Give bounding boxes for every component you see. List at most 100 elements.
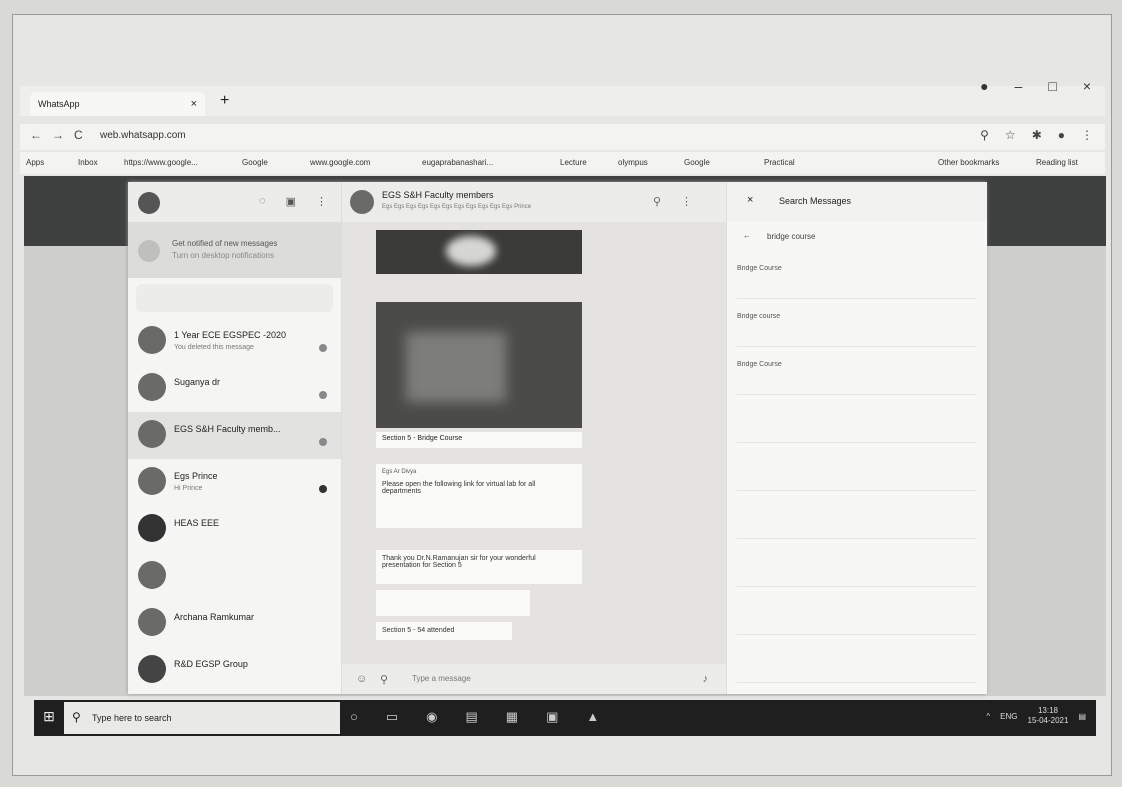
browser-tab-bar: WhatsApp × + ● – □ ×: [20, 78, 1105, 116]
image-message[interactable]: [376, 302, 582, 428]
app-icon[interactable]: ▣: [546, 709, 558, 725]
close-window-icon[interactable]: ×: [1083, 78, 1091, 94]
chat-item[interactable]: [128, 553, 341, 600]
search-result[interactable]: [737, 598, 977, 635]
photos-icon[interactable]: ▲: [586, 709, 599, 725]
tray-chevron-icon[interactable]: ^: [986, 712, 990, 721]
message-text: Please open the following link for virtu…: [382, 481, 536, 495]
message-sender: Egs Ar Divya: [382, 469, 417, 475]
taskbar-search-placeholder: Type here to search: [92, 713, 172, 723]
menu-icon[interactable]: ⋮: [1081, 128, 1093, 142]
task-view-icon[interactable]: ▭: [386, 709, 398, 725]
group-avatar[interactable]: [350, 190, 374, 214]
conversation-header[interactable]: EGS S&H Faculty members Egs Egs Egs Egs …: [342, 182, 726, 222]
close-icon[interactable]: ×: [747, 194, 753, 206]
notifications-icon[interactable]: ▤: [1078, 712, 1086, 721]
bookmark-site[interactable]: eugaprabanashari...: [422, 158, 493, 167]
lang-indicator[interactable]: ENG: [1000, 712, 1017, 721]
bookmark-inbox[interactable]: Inbox: [78, 158, 98, 167]
whatsapp-app: ◌ ▣ ⋮ Get notified of new messages Turn …: [128, 182, 987, 694]
search-result[interactable]: Bridge course: [737, 310, 977, 347]
windows-start-icon[interactable]: ⊞: [38, 708, 60, 730]
message-bubble[interactable]: Thank you Dr.N.Ramanujan sir for your wo…: [376, 550, 582, 584]
search-result[interactable]: [737, 406, 977, 443]
image-message[interactable]: [376, 230, 582, 274]
chat-item[interactable]: Egs Prince Hi Prince: [128, 459, 341, 506]
emoji-icon[interactable]: ☺: [356, 673, 367, 685]
menu-icon[interactable]: ⋮: [316, 195, 327, 208]
new-tab-icon[interactable]: +: [220, 92, 229, 110]
browser-tab[interactable]: WhatsApp ×: [30, 92, 205, 116]
search-result[interactable]: [737, 454, 977, 491]
chat-item[interactable]: EGS S&H Faculty memb...: [128, 412, 341, 459]
status-dot: [319, 344, 327, 352]
chat-item[interactable]: Archana Ramkumar: [128, 600, 341, 647]
bookmark-google-com[interactable]: www.google.com: [310, 158, 370, 167]
header-actions: ⚲⋮: [653, 195, 712, 208]
file-explorer-icon[interactable]: ▤: [466, 709, 478, 725]
bookmark-lecture[interactable]: Lecture: [560, 158, 587, 167]
unread-badge: [319, 485, 327, 493]
bookmark-olympus[interactable]: olympus: [618, 158, 648, 167]
bookmark-google[interactable]: Google: [242, 158, 268, 167]
chat-item[interactable]: 1 Year ECE EGSPEC -2020 You deleted this…: [128, 318, 341, 365]
minimize-icon[interactable]: –: [1015, 78, 1023, 94]
search-result[interactable]: [737, 550, 977, 587]
close-tab-icon[interactable]: ×: [191, 98, 197, 110]
message-bubble[interactable]: [376, 590, 530, 616]
maximize-icon[interactable]: □: [1048, 78, 1056, 94]
clock[interactable]: 13:18 15-04-2021: [1028, 706, 1069, 726]
search-input[interactable]: ← bridge course: [737, 228, 977, 248]
message-input[interactable]: Type a message: [412, 674, 471, 683]
avatar: [138, 420, 166, 448]
result-text: Bridge course: [737, 313, 781, 320]
chat-item[interactable]: HEAS EEE: [128, 506, 341, 553]
avatar: [138, 608, 166, 636]
menu-icon[interactable]: ⋮: [681, 196, 712, 208]
message-text: Section 5 - 54 attended: [382, 627, 455, 634]
image-content: [406, 332, 506, 402]
store-icon[interactable]: ▦: [506, 709, 518, 725]
message-composer: ☺ ⚲ Type a message ♪: [342, 664, 726, 694]
nav-buttons[interactable]: ←→C: [30, 128, 93, 142]
back-icon[interactable]: ←: [743, 231, 751, 240]
cortana-icon[interactable]: ○: [350, 709, 358, 725]
attach-icon[interactable]: ⚲: [380, 673, 388, 686]
search-result[interactable]: Bridge Course: [737, 262, 977, 299]
address-bar: ←→C web.whatsapp.com ⚲ ☆ ✱ ● ⋮: [20, 124, 1105, 150]
notification-banner[interactable]: Get notified of new messages Turn on des…: [128, 222, 341, 278]
other-bookmarks[interactable]: Other bookmarks: [938, 158, 999, 167]
chat-list-header: ◌ ▣ ⋮: [128, 182, 341, 222]
bookmark-google-2[interactable]: Google: [684, 158, 710, 167]
avatar-icon[interactable]: ●: [1058, 128, 1065, 142]
taskbar-search[interactable]: ⚲ Type here to search: [64, 702, 340, 734]
avatar: [138, 655, 166, 683]
reading-list[interactable]: Reading list: [1036, 158, 1078, 167]
profile-icon[interactable]: ●: [980, 78, 988, 94]
microphone-icon[interactable]: ♪: [703, 673, 709, 685]
bookmark-apps[interactable]: Apps: [26, 158, 44, 167]
chat-item[interactable]: Suganya dr: [128, 365, 341, 412]
status-icon[interactable]: ◌: [259, 195, 266, 208]
search-query: bridge course: [767, 232, 816, 241]
search-icon[interactable]: ⚲: [980, 128, 989, 142]
search-result[interactable]: Bridge Course: [737, 358, 977, 395]
chat-item[interactable]: R&D EGSP Group: [128, 647, 341, 694]
notification-subtitle[interactable]: Turn on desktop notifications: [172, 251, 274, 260]
bookmark-practical[interactable]: Practical: [764, 158, 795, 167]
message-bubble[interactable]: Section 5 - 54 attended: [376, 622, 512, 640]
bookmark-google-link[interactable]: https://www.google...: [124, 158, 198, 167]
search-icon[interactable]: ⚲: [653, 196, 681, 208]
chat-search-input[interactable]: [136, 284, 333, 312]
my-avatar[interactable]: [138, 192, 160, 214]
search-result[interactable]: [737, 502, 977, 539]
star-icon[interactable]: ☆: [1005, 128, 1016, 142]
new-chat-icon[interactable]: ▣: [286, 195, 296, 208]
message-bubble[interactable]: Egs Ar Divya Please open the following l…: [376, 464, 582, 528]
chrome-icon[interactable]: ◉: [426, 709, 437, 725]
tab-title: WhatsApp: [38, 99, 80, 109]
extensions-icon[interactable]: ✱: [1032, 128, 1042, 142]
url-field[interactable]: web.whatsapp.com: [100, 130, 186, 141]
search-result[interactable]: [737, 646, 977, 683]
chat-name: Egs Prince: [174, 471, 218, 481]
